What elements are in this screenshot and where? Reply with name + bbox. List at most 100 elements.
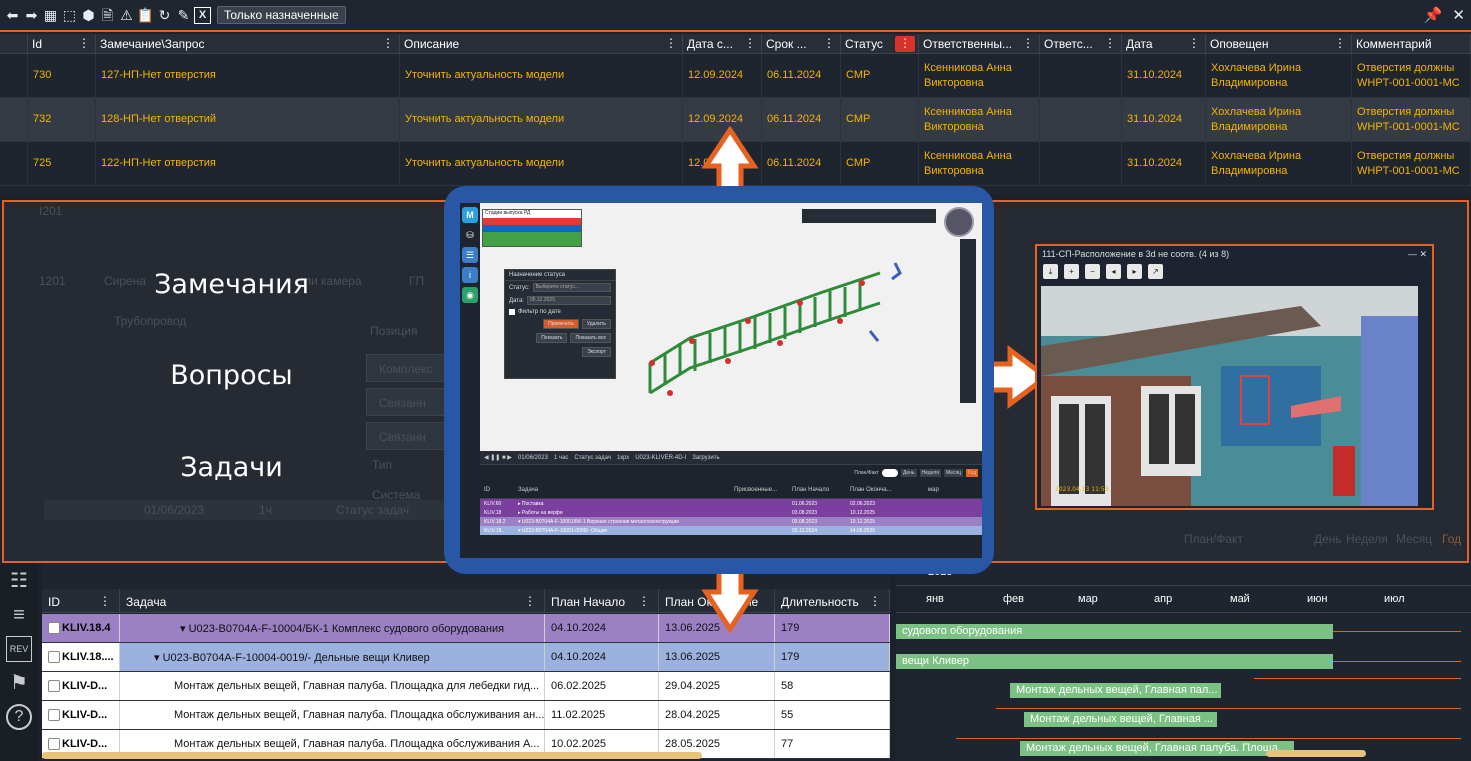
col-header-comment[interactable]: Комментарий (1352, 34, 1471, 53)
row-checkbox[interactable] (48, 738, 60, 750)
col-header-responsible[interactable]: Ответственны... ⋮ (919, 34, 1040, 53)
flag-icon[interactable]: ⚑ (6, 670, 32, 696)
col-header-id[interactable]: ID ⋮ (42, 589, 120, 612)
mini-view-month[interactable]: Месяц (943, 469, 964, 477)
horizontal-scrollbar[interactable] (42, 752, 702, 759)
chart-icon[interactable]: ◉ (462, 287, 478, 303)
col-menu-icon[interactable]: ⋮ (382, 36, 394, 50)
hierarchy-icon[interactable]: ≡ (6, 602, 32, 628)
edit-icon[interactable]: ✎ (175, 7, 192, 24)
mini-view-day[interactable]: День (900, 469, 917, 477)
pin-icon[interactable]: 📌 (1424, 6, 1443, 24)
task-row[interactable]: KLIV.18.... ▾ U023-B0704A-F-10004-0019/-… (42, 643, 890, 672)
show-all-button[interactable]: Показать все (570, 333, 611, 343)
col-menu-icon[interactable]: ⋮ (99, 594, 111, 608)
task-row[interactable]: KLIV-D... Монтаж дельных вещей, Главная … (42, 701, 890, 730)
col-header-date[interactable]: Дата ⋮ (1122, 34, 1206, 53)
clipboard-user-icon[interactable]: 📋 (137, 7, 154, 24)
col-header-notified[interactable]: Оповещен ⋮ (1206, 34, 1352, 53)
status-select[interactable]: Выберите статус... (532, 283, 611, 292)
excel-icon[interactable]: X (194, 6, 211, 24)
col-menu-icon[interactable]: ⋮ (1334, 36, 1346, 50)
gantt-bar[interactable]: Монтаж дельных вещей, Главная ... (1024, 712, 1217, 727)
open-external-icon[interactable]: ↗ (1148, 264, 1163, 279)
mini-row[interactable]: KLIV.18.. ▾ U023-B0704A-F-10001-0009/- Об… (480, 526, 982, 535)
rev-icon[interactable]: REV (6, 636, 32, 662)
col-menu-icon[interactable]: ⋮ (638, 594, 650, 608)
gantt-bar[interactable]: судового оборудования (896, 624, 1333, 639)
table-row[interactable]: 730 127-НП-Нет отверстия Уточнить актуал… (0, 54, 1471, 98)
next-icon[interactable]: ▸ (1127, 264, 1142, 279)
col-menu-icon[interactable]: ⋮ (1022, 36, 1034, 50)
rect-select-icon[interactable]: ⬚ (61, 7, 78, 24)
arrow-right-icon[interactable]: ➡ (23, 7, 40, 24)
assigned-only-button[interactable]: Только назначенные (217, 6, 346, 24)
col-menu-icon[interactable]: ⋮ (1188, 36, 1200, 50)
mini-row[interactable]: KLIV.60 ▸ Поставка 01.06.2023 02.06.2023 (480, 499, 982, 508)
delete-button[interactable]: Удалить (581, 319, 611, 329)
col-menu-icon[interactable]: ⋮ (665, 36, 677, 50)
col-header-duration[interactable]: Длительность ⋮ (775, 589, 890, 612)
col-header-remark[interactable]: Замечание\Запрос ⋮ (96, 34, 400, 53)
gantt-bar[interactable]: вещи Кливер (896, 654, 1333, 669)
arrow-left-icon[interactable]: ⬅ (4, 7, 21, 24)
row-checkbox[interactable] (48, 709, 60, 721)
task-row[interactable]: KLIV.18.4 ▾ U023-B0704A-F-10004/БК-1 Ком… (42, 614, 890, 643)
warning-icon[interactable]: ⚠ (118, 7, 135, 24)
col-header-plan-start[interactable]: План Начало ⋮ (545, 589, 659, 612)
layers-icon[interactable]: ☰ (462, 247, 478, 263)
info-icon[interactable]: i (462, 267, 478, 283)
apply-button[interactable]: Применить (543, 319, 579, 329)
col-header-due[interactable]: Срок ... ⋮ (762, 34, 841, 53)
mini-step[interactable]: 1 час (554, 455, 568, 461)
help-icon[interactable]: ? (6, 704, 32, 730)
mini-view-year[interactable]: Год (966, 469, 978, 477)
row-checkbox[interactable] (48, 680, 60, 692)
filter-checkbox[interactable] (509, 309, 515, 315)
show-button[interactable]: Показать (536, 333, 568, 343)
col-menu-icon[interactable]: ⋮ (1104, 36, 1116, 50)
play-controls-icon[interactable]: ◀ ❚❚ ■ ▶ (484, 454, 512, 461)
close-icon[interactable]: ✕ (1452, 6, 1465, 24)
col-menu-icon[interactable]: ⋮ (744, 36, 756, 50)
col-menu-icon[interactable]: ⋮ (895, 36, 915, 52)
date-input[interactable]: 05.12.2025 (526, 296, 611, 305)
row-checkbox[interactable] (48, 622, 60, 634)
col-header-responsible-b[interactable]: Ответс... ⋮ (1040, 34, 1122, 53)
grid-select-icon[interactable]: ▦ (42, 7, 59, 24)
zoom-out-icon[interactable]: − (1085, 264, 1100, 279)
gantt-bar[interactable]: Монтаж дельных вещей, Главная палуба. Пл… (1020, 741, 1294, 756)
col-menu-icon[interactable]: ⋮ (78, 36, 90, 50)
col-header-date-from[interactable]: Дата с... ⋮ (683, 34, 762, 53)
mini-view-week[interactable]: Неделя (919, 469, 941, 477)
viewer-toolbar[interactable] (802, 209, 936, 223)
col-header-description[interactable]: Описание ⋮ (400, 34, 683, 53)
refresh-icon[interactable]: ↻ (156, 7, 173, 24)
col-header-task[interactable]: Задача ⋮ (120, 589, 545, 612)
mini-date[interactable]: 01/06/2023 (518, 455, 548, 461)
cube-icon[interactable]: ⬢ (80, 7, 97, 24)
viewer-side-toolbar[interactable] (960, 239, 976, 403)
mini-load[interactable]: Загрузить (692, 455, 719, 461)
gantt-scrollbar[interactable] (1266, 750, 1366, 757)
gantt-bar[interactable]: Монтаж дельных вещей, Главная пал... (1010, 683, 1221, 698)
file-cog-icon[interactable]: 🗎 (99, 7, 116, 24)
zoom-in-icon[interactable]: + (1064, 264, 1079, 279)
download-icon[interactable]: ⤓ (1043, 264, 1058, 279)
window-controls-icon[interactable]: — ✕ (1408, 249, 1427, 260)
col-menu-icon[interactable]: ⋮ (823, 36, 835, 50)
col-menu-icon[interactable]: ⋮ (524, 594, 536, 608)
mini-scale[interactable]: 1крх (617, 455, 629, 461)
col-header-id[interactable]: Id ⋮ (28, 34, 96, 53)
col-menu-icon[interactable]: ⋮ (869, 594, 881, 608)
database-icon[interactable]: ⛁ (462, 227, 478, 243)
view-cube-icon[interactable] (944, 207, 974, 237)
row-checkbox[interactable] (48, 651, 60, 663)
col-header-status[interactable]: Статус ⋮ (841, 34, 919, 53)
network-icon[interactable]: ☷ (6, 568, 32, 594)
export-button[interactable]: Экспорт (582, 347, 611, 357)
mini-row[interactable]: KLIV.18 ▸ Работы на верфи 03.08.2023 10.12.… (480, 508, 982, 517)
prev-icon[interactable]: ◂ (1106, 264, 1121, 279)
mini-row[interactable]: KLIV.18.2 ▾ U023-B0704A-F-10001/БК-1 Верх… (480, 517, 982, 526)
mini-status[interactable]: Статус задач (574, 455, 611, 461)
